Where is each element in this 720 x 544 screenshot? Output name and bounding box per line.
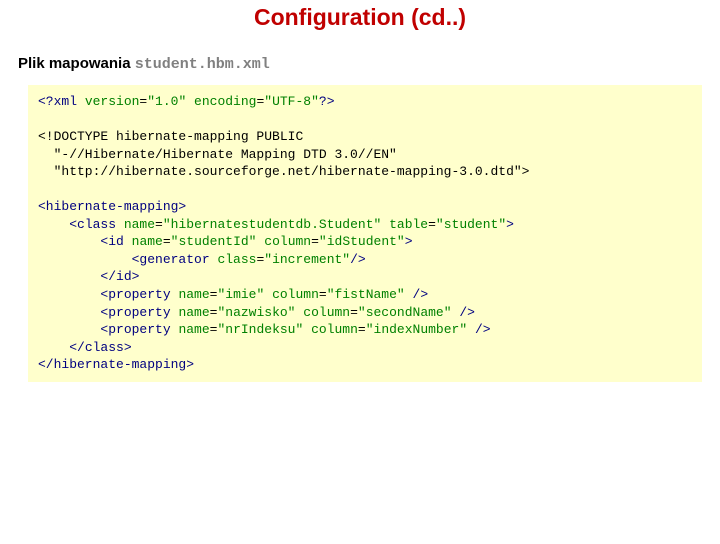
attr-column: column [264,287,319,302]
str-prop-column: "secondName" [358,305,452,320]
property-open: <property [100,305,178,320]
eq: = [358,322,366,337]
slide-title: Configuration (cd..) [0,4,720,31]
attr-name: name [178,287,209,302]
attr-name: name [132,234,163,249]
pad [38,287,100,302]
hibernate-mapping-close: </hibernate-mapping> [38,357,194,372]
attr-column: column [295,305,350,320]
eq: = [155,217,163,232]
attr-name: name [124,217,155,232]
attr-class: class [217,252,256,267]
id-open: <id [100,234,131,249]
str-prop-column: "fistName" [327,287,405,302]
pad [38,340,69,355]
pad [38,252,132,267]
pad [38,234,100,249]
str-class-name: "hibernatestudentdb.Student" [163,217,381,232]
pad [38,322,100,337]
attr-column: column [303,322,358,337]
eq: = [311,234,319,249]
tag-selfclose: /> [467,322,490,337]
eq: = [350,305,358,320]
generator-open: <generator [132,252,218,267]
eq: = [163,234,171,249]
str-version: "1.0" [147,94,186,109]
pad [38,305,100,320]
doctype-line2: "-//Hibernate/Hibernate Mapping DTD 3.0/… [38,147,397,162]
attr-encoding: encoding [186,94,256,109]
attr-version: version [85,94,140,109]
subtitle-prefix: Plik mapowania [18,55,135,72]
attr-table: table [381,217,428,232]
tag-close: > [405,234,413,249]
str-prop-column: "indexNumber" [366,322,467,337]
tag-close: > [506,217,514,232]
xml-decl-close: ?> [319,94,335,109]
str-prop-name: "imie" [217,287,264,302]
str-id-name: "studentId" [171,234,257,249]
eq: = [319,287,327,302]
subtitle-filename: student.hbm.xml [135,56,270,73]
tag-selfclose: /> [405,287,428,302]
attr-name: name [178,322,209,337]
str-generator-class: "increment" [264,252,350,267]
doctype-line1: <!DOCTYPE hibernate-mapping PUBLIC [38,129,303,144]
xml-decl-open: <?xml [38,94,85,109]
str-prop-name: "nazwisko" [217,305,295,320]
eq: = [428,217,436,232]
hibernate-mapping-open: <hibernate-mapping> [38,199,186,214]
doctype-line3: "http://hibernate.sourceforge.net/hibern… [38,164,529,179]
pad [38,217,69,232]
tag-selfclose: /> [350,252,366,267]
property-open: <property [100,322,178,337]
property-open: <property [100,287,178,302]
str-encoding: "UTF-8" [264,94,319,109]
pad [38,269,100,284]
class-close: </class> [69,340,131,355]
xml-code-block: <?xml version = "1.0" encoding = "UTF-8"?> <… [28,85,702,382]
attr-name: name [178,305,209,320]
tag-selfclose: /> [452,305,475,320]
subtitle: Plik mapowania student.hbm.xml [18,55,720,73]
str-prop-name: "nrIndeksu" [217,322,303,337]
str-table: "student" [436,217,506,232]
attr-column: column [257,234,312,249]
class-open: <class [69,217,124,232]
id-close: </id> [100,269,139,284]
str-id-column: "idStudent" [319,234,405,249]
